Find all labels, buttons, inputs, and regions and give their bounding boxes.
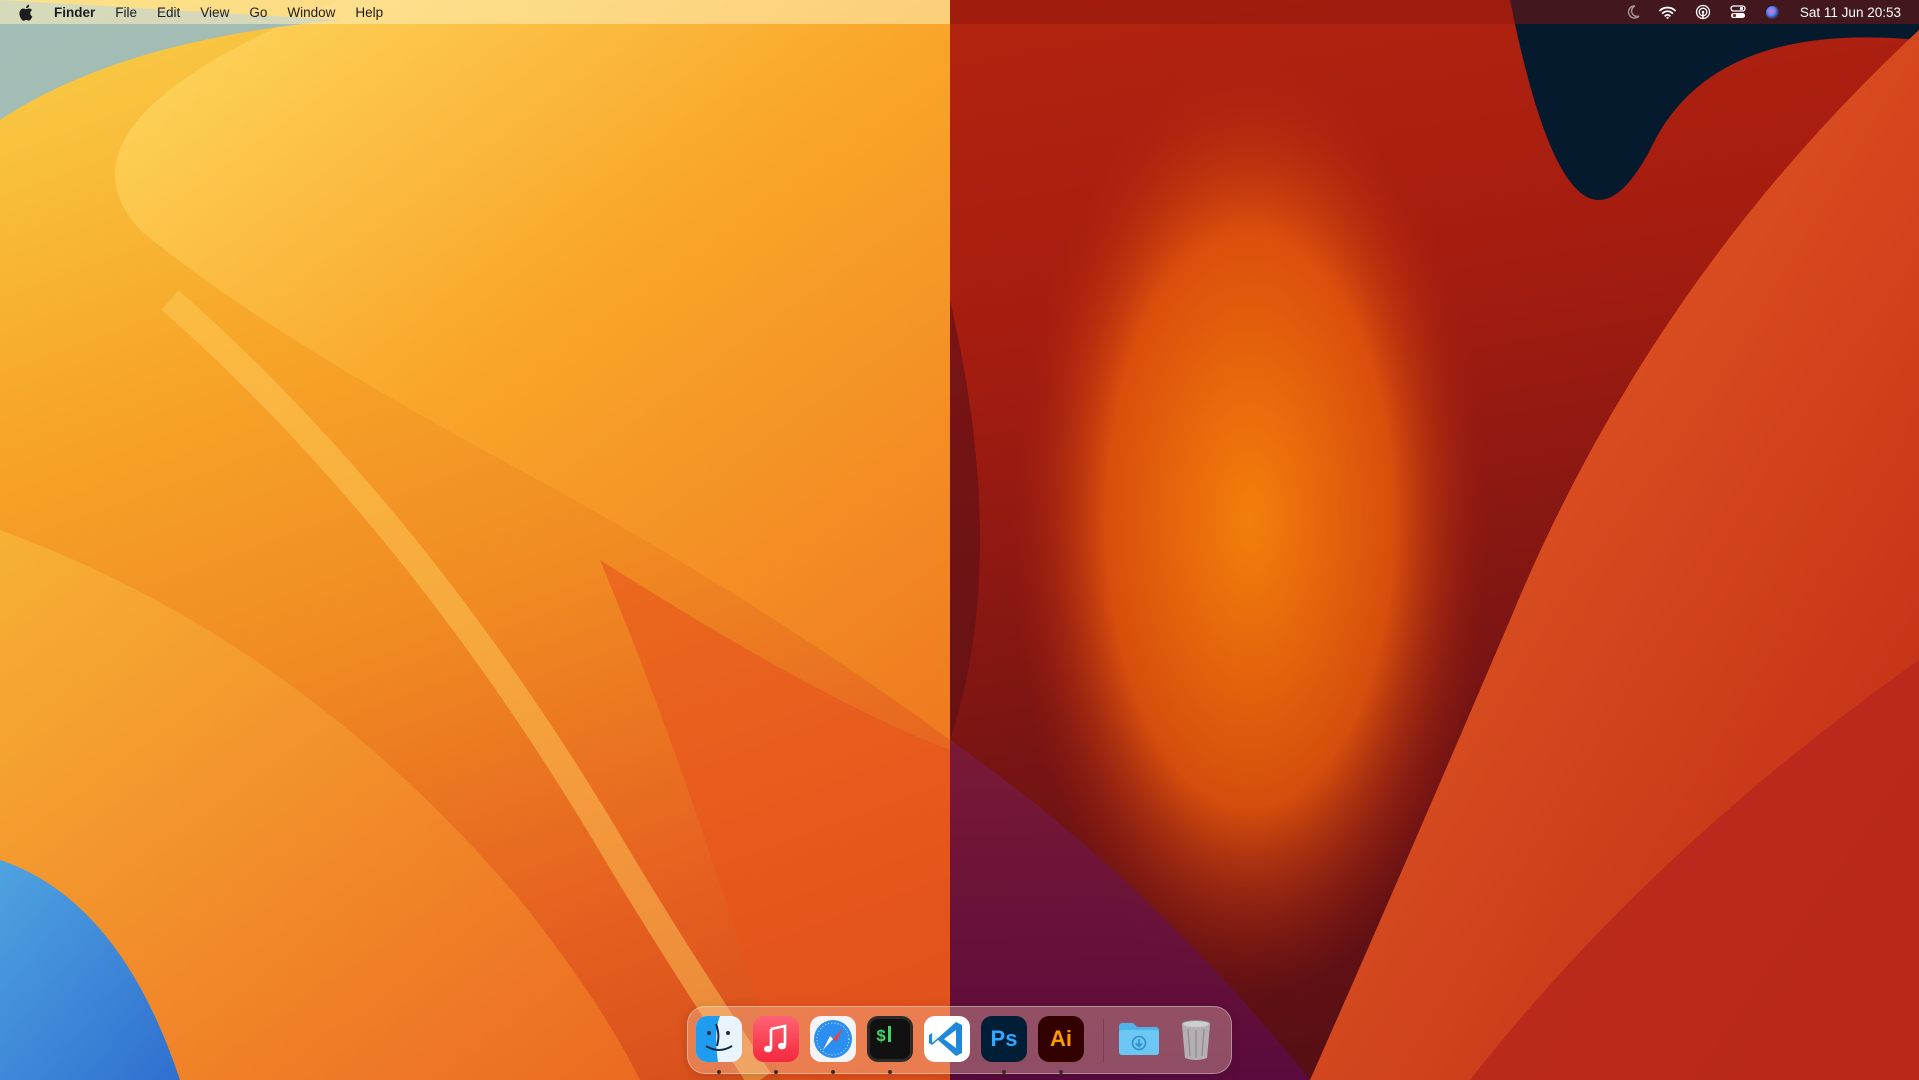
wifi-icon[interactable] (1659, 4, 1677, 20)
running-indicator (1002, 1070, 1006, 1074)
app-menus: Finder File Edit View Go Window Help (0, 0, 403, 24)
dock: $ Ps Ai (687, 1006, 1232, 1074)
running-indicator (1059, 1070, 1063, 1074)
music-icon (753, 1016, 799, 1062)
terminal-icon: $ (867, 1016, 913, 1062)
menu-file[interactable]: File (115, 5, 137, 20)
illustrator-label: Ai (1050, 1026, 1072, 1051)
menu-bar: Finder File Edit View Go Window Help Sat… (0, 0, 1919, 24)
dock-item-safari[interactable] (810, 1016, 856, 1062)
menu-finder[interactable]: Finder (54, 5, 95, 20)
dock-item-illustrator[interactable]: Ai (1038, 1016, 1084, 1062)
control-center-icon[interactable] (1729, 4, 1747, 20)
running-indicator (831, 1070, 835, 1074)
dock-item-vscode[interactable] (924, 1016, 970, 1062)
dock-item-finder[interactable] (696, 1016, 742, 1062)
moon-icon[interactable] (1624, 4, 1642, 20)
photoshop-label: Ps (990, 1026, 1018, 1051)
dock-item-music[interactable] (753, 1016, 799, 1062)
illustrator-icon: Ai (1038, 1016, 1084, 1062)
wallpaper-light-half (0, 0, 950, 1080)
airdrop-icon[interactable] (1694, 4, 1712, 20)
dock-separator (1103, 1019, 1104, 1063)
dock-item-downloads[interactable] (1116, 1016, 1162, 1062)
menu-edit[interactable]: Edit (157, 5, 180, 20)
menu-bar-clock[interactable]: Sat 11 Jun 20:53 (1800, 5, 1901, 20)
trash-icon (1181, 1020, 1211, 1060)
apple-logo-icon[interactable] (18, 4, 34, 21)
photoshop-icon: Ps (981, 1016, 1027, 1062)
menu-go[interactable]: Go (249, 5, 267, 20)
dock-item-terminal[interactable]: $ (867, 1016, 913, 1062)
status-area: Sat 11 Jun 20:53 (1607, 0, 1901, 24)
menu-view[interactable]: View (200, 5, 229, 20)
running-indicator (774, 1070, 778, 1074)
wallpaper-dark-half (950, 0, 1919, 1080)
dock-item-trash[interactable] (1173, 1016, 1219, 1062)
menu-window[interactable]: Window (287, 5, 335, 20)
menu-help[interactable]: Help (355, 5, 383, 20)
running-indicator (717, 1070, 721, 1074)
vscode-icon (924, 1016, 970, 1062)
siri-icon[interactable] (1764, 4, 1782, 20)
wallpaper-dark-shapes (950, 0, 1919, 1080)
downloads-folder-icon (1119, 1023, 1159, 1055)
running-indicator (888, 1070, 892, 1074)
safari-icon (810, 1016, 856, 1062)
finder-icon (696, 1016, 742, 1062)
svg-text:$: $ (876, 1028, 886, 1047)
dock-item-photoshop[interactable]: Ps (981, 1016, 1027, 1062)
wallpaper-light-shapes (0, 0, 950, 1080)
